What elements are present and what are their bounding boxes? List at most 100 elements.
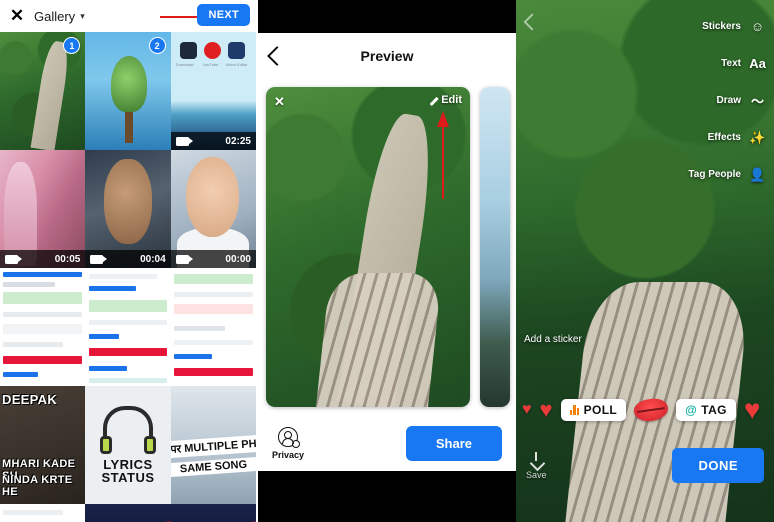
- editor-screen: Stickers ☺ Text Aa Draw 〜 Effects ✨ Tag …: [516, 0, 774, 522]
- gallery-source-selector[interactable]: Gallery ▾: [34, 9, 85, 24]
- gallery-item-worldcup-2[interactable]: WORLD CUP 2: [85, 504, 171, 522]
- navigation-bar-bottom: [258, 471, 516, 511]
- tool-tag-people[interactable]: Tag People 👤: [688, 166, 766, 183]
- video-camera-icon: [90, 254, 108, 264]
- text-icon: Aa: [749, 56, 766, 71]
- gallery-item-worldcup-3[interactable]: WORLD CUP 2: [170, 504, 256, 522]
- gallery-item-document-screenshot-1[interactable]: [0, 268, 86, 386]
- three-panel-screenshot: ✕ Gallery ▾ NEXT 1 2 Download YouTube Vi…: [0, 0, 774, 522]
- duration-bar: 00:00: [170, 250, 256, 268]
- gallery-title: Gallery: [34, 8, 76, 24]
- gallery-item-fantasy-tree[interactable]: 2: [85, 32, 171, 150]
- gallery-item-worldcup-1[interactable]: [0, 504, 86, 522]
- gear-icon: [292, 439, 301, 448]
- close-icon[interactable]: ✕: [0, 6, 34, 26]
- thumbnail-image: DEEPAK MHARI KADE SH NINDA KRTE HE: [0, 386, 86, 504]
- app-icon-caption-3: Video Editor: [225, 62, 248, 67]
- next-button[interactable]: NEXT: [197, 4, 250, 26]
- gallery-item-app-icons-video[interactable]: Download YouTube Video Editor 02:25: [170, 32, 256, 150]
- preview-footer: Privacy Share: [258, 415, 516, 471]
- tool-effects[interactable]: Effects ✨: [708, 129, 766, 146]
- poll-label: POLL: [583, 403, 618, 417]
- at-sign-icon: @: [685, 403, 698, 417]
- gallery-item-document-screenshot-3[interactable]: [170, 268, 256, 386]
- thumbnail-image: [0, 504, 86, 522]
- video-camera-icon: [5, 254, 22, 264]
- done-button[interactable]: DONE: [672, 448, 764, 483]
- tool-text[interactable]: Text Aa: [721, 55, 766, 72]
- lips-sticker[interactable]: [632, 396, 670, 424]
- headphones-icon: [99, 405, 156, 454]
- gallery-item-baby-clip[interactable]: 00:00: [170, 150, 256, 268]
- tutorial-band-2: SAME SONG: [170, 456, 256, 478]
- tag-label: TAG: [701, 403, 727, 417]
- thumbnail-image: [85, 268, 171, 386]
- preview-card-next[interactable]: [480, 87, 510, 407]
- thumbnail-image: WORLD CUP 2: [170, 504, 256, 522]
- preview-screen: Preview ✕ Edit Privacy Share: [258, 0, 516, 522]
- selection-badge: 2: [148, 37, 166, 54]
- remove-icon[interactable]: ✕: [274, 94, 285, 110]
- thumbnail-image: [170, 268, 256, 386]
- tool-stickers[interactable]: Stickers ☺: [702, 18, 766, 35]
- privacy-person-gear-icon: [278, 426, 301, 448]
- gallery-item-drama-scene[interactable]: 00:05: [0, 150, 86, 268]
- app-icon-youtube: [203, 42, 221, 59]
- tool-label: Text: [721, 58, 741, 69]
- poll-sticker[interactable]: POLL: [560, 399, 627, 421]
- tool-label: Tag People: [688, 169, 741, 180]
- gallery-item-multiple-photos-tutorial[interactable]: पर MULTIPLE PH SAME SONG: [170, 386, 256, 504]
- edit-button[interactable]: Edit: [429, 94, 462, 106]
- preview-image-secondary: [480, 87, 510, 407]
- draw-squiggle-icon: 〜: [750, 94, 764, 109]
- gallery-item-deepak-meme[interactable]: DEEPAK MHARI KADE SH NINDA KRTE HE: [0, 386, 86, 504]
- heart-sticker-large[interactable]: ♥: [744, 396, 761, 424]
- edit-label: Edit: [441, 94, 462, 106]
- save-button[interactable]: Save: [526, 452, 547, 480]
- preview-card-main[interactable]: ✕ Edit: [266, 87, 470, 407]
- gallery-item-forest-path[interactable]: 1: [0, 32, 86, 150]
- app-icon-caption-2: YouTube: [202, 62, 219, 67]
- meme-text-bottom: NINDA KRTE HE: [2, 474, 73, 498]
- duration-bar: 02:25: [170, 132, 256, 150]
- tool-label: Stickers: [702, 21, 741, 32]
- page-title: Preview: [360, 48, 414, 64]
- lyrics-line-1: LYRICS: [103, 456, 153, 472]
- meme-text-top: DEEPAK: [2, 392, 58, 407]
- privacy-label: Privacy: [272, 449, 305, 460]
- tool-draw[interactable]: Draw 〜: [717, 92, 766, 109]
- gallery-item-old-man-clip[interactable]: 00:04: [85, 150, 171, 268]
- heart-sticker-small[interactable]: ♥: [522, 402, 532, 418]
- duration-bar: 00:05: [0, 250, 86, 268]
- sticker-face-icon: ☺: [750, 19, 765, 34]
- preview-body: ✕ Edit: [258, 79, 516, 415]
- app-icon-caption-1: Download: [175, 62, 194, 67]
- duration-text: 02:25: [225, 135, 251, 147]
- gallery-header: ✕ Gallery ▾ NEXT: [0, 0, 256, 32]
- sticker-strip: ♥ ♥ POLL @ TAG ♥: [516, 388, 774, 432]
- heart-sticker[interactable]: ♥: [540, 399, 553, 421]
- duration-text: 00:05: [54, 253, 81, 265]
- thumbnail-image: पर MULTIPLE PH SAME SONG: [170, 386, 256, 504]
- annotation-arrow-edit: [437, 111, 449, 199]
- thumbnail-image: WORLD CUP 2: [85, 504, 171, 522]
- app-icon-video-editor: [227, 42, 245, 59]
- tag-sticker[interactable]: @ TAG: [676, 399, 736, 421]
- arrow-shaft: [160, 16, 202, 18]
- duration-text: 00:04: [140, 253, 166, 265]
- gallery-screen: ✕ Gallery ▾ NEXT 1 2 Download YouTube Vi…: [0, 0, 256, 522]
- duration-bar: 00:04: [85, 250, 171, 268]
- back-chevron-icon[interactable]: [267, 46, 287, 66]
- gallery-item-lyrics-status[interactable]: LYRICS STATUS: [85, 386, 171, 504]
- gallery-item-document-screenshot-2[interactable]: [85, 268, 171, 386]
- arrow-shaft: [442, 125, 444, 199]
- save-label: Save: [526, 470, 547, 480]
- add-sticker-label: Add a sticker: [524, 334, 582, 345]
- privacy-button[interactable]: Privacy: [272, 426, 305, 460]
- tag-person-icon: 👤: [749, 166, 766, 182]
- preview-header: Preview: [258, 33, 516, 79]
- video-camera-icon: [175, 136, 193, 146]
- status-bar-top: [258, 0, 516, 33]
- share-button[interactable]: Share: [405, 425, 502, 461]
- tool-label: Effects: [707, 132, 741, 143]
